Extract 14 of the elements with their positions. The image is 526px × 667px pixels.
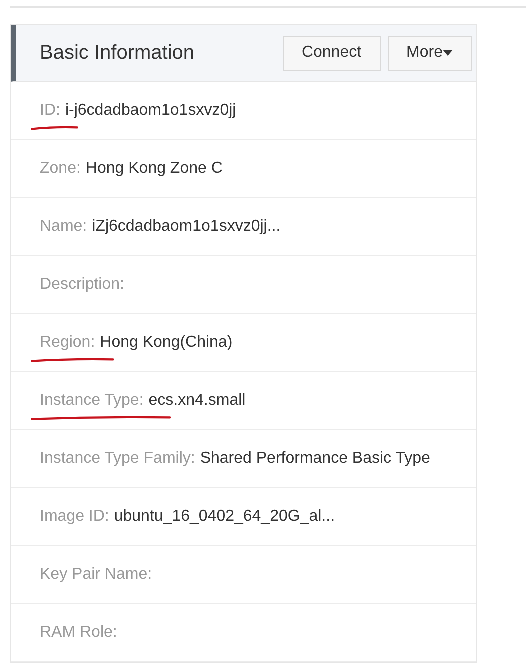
info-row-text: ID: i-j6cdadbaom1o1sxvz0jj [40, 100, 238, 120]
info-row-text: RAM Role: [40, 622, 118, 642]
info-row-text: Description: [40, 274, 126, 294]
info-row-text: Key Pair Name: [40, 564, 154, 584]
connect-button[interactable]: Connect [282, 36, 381, 70]
info-row-text: Name: iZj6cdadbaom1o1sxvz0jj... [40, 216, 282, 236]
panel-title: Basic Information [40, 41, 196, 66]
caret-icon [443, 50, 453, 56]
more-dropdown-button[interactable]: More [388, 36, 472, 70]
info-row-text: Image ID: ubuntu_16_0402_64_20G_al... [40, 506, 336, 526]
info-row-text: Instance Type Family: Shared Performance Basic Type [40, 448, 432, 468]
info-row-text: Zone: Hong Kong Zone C [40, 158, 224, 178]
info-row-text: Region: Hong Kong(China) [40, 332, 234, 352]
info-row-text: Instance Type: ecs.xn4.small [40, 390, 247, 410]
